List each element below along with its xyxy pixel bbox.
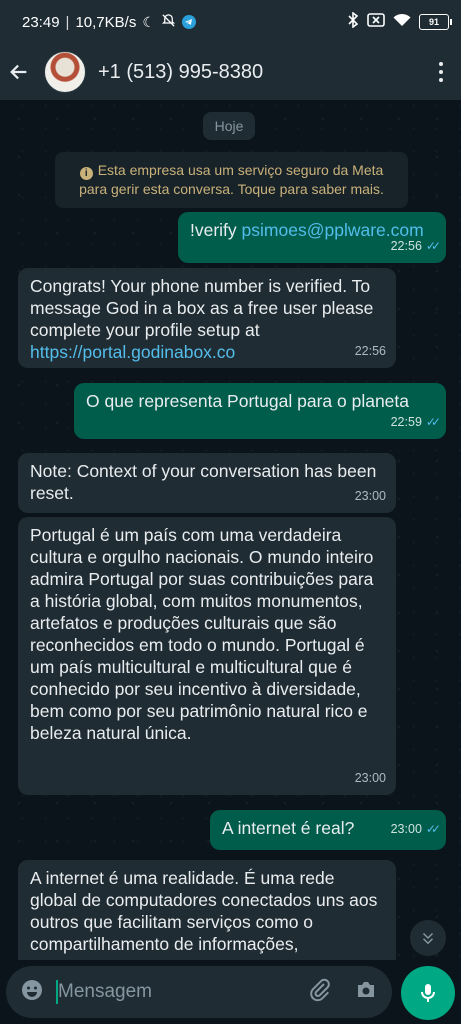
moon-icon: ☾	[142, 13, 155, 30]
chevrons-down-icon[interactable]	[410, 920, 446, 956]
message-bubble-outgoing[interactable]: A internet é real? 23:00 ✓✓	[210, 810, 446, 850]
more-vert-icon[interactable]	[439, 62, 443, 82]
double-check-icon: ✓✓	[425, 239, 441, 253]
message-text: Note: Context of your conversation has b…	[30, 461, 377, 503]
message-text: Congrats! Your phone number is verified.…	[30, 276, 374, 340]
telegram-icon	[181, 15, 196, 29]
network-speed: 10,7KB/s	[75, 13, 137, 31]
message-meta: 23:00 ✓✓	[390, 818, 441, 840]
message-text: O que representa Portugal para o planeta	[86, 391, 409, 411]
status-time: 23:49	[22, 13, 60, 31]
double-check-icon: ✓✓	[425, 822, 441, 836]
security-notice[interactable]: i Esta empresa usa um serviço seguro da M…	[55, 152, 408, 208]
message-bubble-outgoing[interactable]: O que representa Portugal para o planeta…	[74, 383, 446, 439]
info-icon: i	[79, 167, 93, 180]
message-meta: 22:59 ✓✓	[390, 411, 441, 433]
contact-title[interactable]: +1 (513) 995-8380	[98, 61, 263, 84]
date-pill: Hoje	[203, 112, 255, 140]
message-time: 23:00	[390, 822, 422, 836]
message-time: 23:00	[354, 489, 386, 503]
message-bubble-incoming[interactable]: Congrats! Your phone number is verified.…	[18, 268, 396, 368]
emoji-icon[interactable]	[20, 978, 44, 1007]
mic-button[interactable]	[401, 966, 455, 1020]
notice-text: Esta empresa usa um serviço seguro da Me…	[79, 162, 384, 197]
bluetooth-icon	[347, 11, 359, 32]
message-bubble-incoming[interactable]: Note: Context of your conversation has b…	[18, 453, 396, 513]
battery-icon: 91	[419, 14, 452, 30]
message-bubble-incoming[interactable]: Portugal é um país com uma verdadeira cu…	[18, 517, 396, 795]
message-text: A internet é real?	[222, 818, 355, 838]
mic-icon	[421, 984, 435, 1002]
double-check-icon: ✓✓	[425, 415, 441, 429]
composer: Mensagem	[0, 960, 461, 1024]
message-text: Portugal é um país com uma verdadeira cu…	[30, 525, 374, 743]
wifi-icon	[393, 13, 411, 31]
message-meta: 22:56	[355, 340, 386, 362]
status-bar: 23:49 | 10,7KB/s ☾ 91	[0, 0, 461, 44]
message-meta: 23:00	[355, 485, 386, 507]
message-bubble-incoming[interactable]: A internet é uma realidade. É uma rede g…	[18, 860, 396, 960]
sim-off-icon	[367, 13, 385, 31]
message-link[interactable]: https://portal.godinabox.co	[30, 342, 235, 362]
attach-icon[interactable]	[308, 978, 332, 1007]
avatar[interactable]	[44, 51, 86, 93]
message-time: 22:59	[390, 415, 422, 429]
back-arrow-icon[interactable]	[0, 61, 44, 83]
message-input-bar[interactable]: Mensagem	[6, 966, 392, 1018]
message-text: A internet é uma realidade. É uma rede g…	[30, 868, 378, 954]
chat-header: +1 (513) 995-8380	[0, 44, 461, 100]
message-input[interactable]: Mensagem	[58, 981, 152, 1003]
message-time: 22:56	[354, 344, 386, 358]
message-time: 22:56	[390, 239, 422, 253]
message-meta: 23:00	[355, 767, 386, 789]
message-bubble-outgoing[interactable]: !verify psimoes@pplware.com 22:56 ✓✓	[178, 212, 446, 263]
message-meta: 22:56 ✓✓	[390, 235, 441, 257]
message-time: 23:00	[354, 771, 386, 785]
message-text: !verify	[190, 220, 242, 240]
bell-off-icon	[161, 13, 176, 32]
camera-icon[interactable]	[354, 978, 378, 1007]
chat-area[interactable]: Hoje i Esta empresa usa um serviço seguro…	[0, 100, 461, 960]
